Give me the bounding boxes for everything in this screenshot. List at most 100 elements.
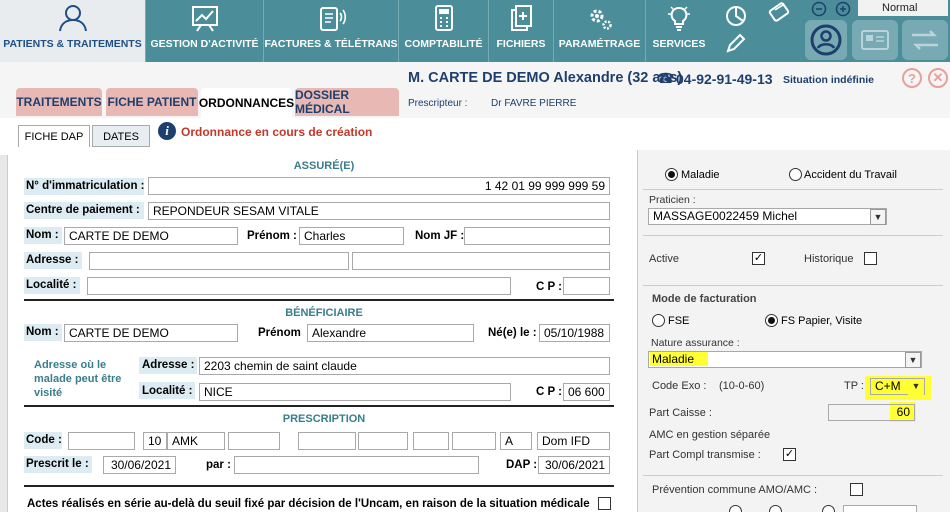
code-field[interactable]	[228, 432, 280, 450]
divider	[24, 485, 614, 487]
benef-localite-field[interactable]: NICE	[199, 383, 511, 401]
part-caisse-field[interactable]: 60	[828, 404, 915, 421]
code-field[interactable]	[413, 432, 449, 450]
assure-title: ASSURÉ(E)	[293, 160, 355, 172]
nature-assurance-select[interactable]: Maladie	[648, 351, 922, 368]
transfer-arrows-icon	[912, 30, 938, 50]
fse-radio[interactable]	[652, 314, 665, 327]
nav-fichiers[interactable]: FICHIERS	[489, 0, 554, 62]
prescrit-date-field[interactable]: 30/06/2021	[103, 456, 176, 474]
zoom-in-button[interactable]	[832, 0, 854, 18]
historique-checkbox[interactable]	[864, 252, 877, 265]
fs-papier-label: FS Papier, Visite	[781, 315, 863, 327]
coefficient-field[interactable]: 10	[143, 432, 167, 450]
acte-code-field[interactable]: AMK	[167, 432, 225, 450]
divider	[24, 299, 614, 301]
tab-dossier-medical[interactable]: DOSSIER MÉDICAL	[295, 88, 399, 116]
nav-label: PATIENTS & TRAITEMENTS	[3, 38, 142, 50]
input-field[interactable]	[843, 505, 917, 512]
chevron-down-icon[interactable]: ▼	[908, 379, 924, 395]
assure-cp-field[interactable]	[563, 277, 610, 295]
nomjf-field[interactable]	[464, 227, 610, 245]
accident-travail-radio[interactable]	[789, 168, 802, 181]
close-icon[interactable]: ✕	[928, 68, 948, 88]
code-field[interactable]: A	[500, 432, 532, 450]
nav-services[interactable]: SERVICES	[646, 0, 712, 62]
assure-adresse1-field[interactable]	[89, 252, 349, 270]
maladie-label: Maladie	[681, 169, 720, 181]
invoice-transmit-icon	[320, 7, 347, 31]
benef-localite-label: Localité :	[142, 385, 193, 397]
code-field[interactable]	[452, 432, 496, 450]
display-mode-select[interactable]: Normal	[858, 0, 948, 16]
prevention-checkbox[interactable]	[850, 483, 863, 496]
card-reader-button[interactable]	[766, 0, 792, 26]
nav-label: FACTURES & TÉLÉTRANS	[264, 38, 398, 50]
dap-date-field[interactable]: 30/06/2021	[538, 456, 610, 474]
plus-circle-icon	[835, 1, 851, 17]
lieu-field[interactable]: Dom IFD	[537, 432, 610, 450]
top-navigation-bar: PATIENTS & TRAITEMENTS GESTION D'ACTIVIT…	[0, 0, 950, 62]
benef-adresse-field[interactable]: 2203 chemin de saint claude	[199, 357, 610, 375]
code-field[interactable]	[68, 432, 135, 450]
code-field[interactable]	[358, 432, 408, 450]
active-checkbox[interactable]: ✓	[752, 252, 765, 265]
benef-cp-field[interactable]: 06 600	[563, 383, 610, 401]
assure-cp-label: C P :	[536, 281, 562, 293]
divider	[24, 405, 614, 407]
nav-patients-traitements[interactable]: PATIENTS & TRAITEMENTS	[0, 0, 146, 62]
praticien-select[interactable]: MASSAGE0022459 Michel	[648, 208, 887, 225]
maladie-radio[interactable]	[665, 168, 678, 181]
benef-prenom-field[interactable]: Alexandre	[307, 324, 474, 342]
tab-ordonnances[interactable]: ORDONNANCES	[199, 88, 294, 118]
radio-option[interactable]	[729, 505, 742, 512]
assure-adresse2-field[interactable]	[352, 252, 610, 270]
part-compl-checkbox[interactable]: ✓	[783, 448, 796, 461]
beneficiaire-title: BÉNÉFICIAIRE	[285, 307, 363, 319]
nav-comptabilite[interactable]: COMPTABILITÉ	[399, 0, 489, 62]
dap-label: DAP :	[506, 459, 538, 471]
tab-traitements[interactable]: TRAITEMENTS	[16, 88, 102, 116]
chevron-down-icon[interactable]: ▼	[905, 352, 921, 368]
assure-nom-label: Nom :	[26, 229, 59, 241]
nav-parametrage[interactable]: PARAMÉTRAGE	[554, 0, 646, 62]
code-exo-range: (10-0-60)	[719, 380, 765, 392]
par-field[interactable]	[234, 456, 479, 474]
transfer-button[interactable]	[902, 20, 948, 60]
vitale-card-button[interactable]	[852, 20, 898, 60]
code-field[interactable]	[298, 432, 356, 450]
birthdate-field[interactable]: 05/10/1988	[539, 324, 610, 342]
chevron-down-icon[interactable]: ▼	[870, 209, 886, 225]
edit-button[interactable]	[723, 30, 749, 56]
serie-checkbox[interactable]	[598, 497, 611, 510]
user-account-button[interactable]	[805, 20, 847, 60]
status-message: Ordonnance en cours de création	[181, 125, 373, 139]
accident-travail-label: Accident du Travail	[804, 169, 897, 181]
nav-label: COMPTABILITÉ	[404, 38, 483, 50]
centre-field[interactable]: REPONDEUR SESAM VITALE	[148, 202, 610, 220]
assure-nom-field[interactable]: CARTE DE DEMO	[64, 227, 238, 245]
assure-localite-field[interactable]	[87, 277, 511, 295]
nomjf-label: Nom JF :	[415, 230, 465, 242]
subtab-fiche-dap[interactable]: FICHE DAP	[18, 125, 90, 147]
benef-nom-field[interactable]: CARTE DE DEMO	[64, 324, 238, 342]
zoom-out-button[interactable]	[808, 0, 830, 18]
nav-factures-teletrans[interactable]: FACTURES & TÉLÉTRANS	[264, 0, 399, 62]
active-label: Active	[649, 253, 679, 265]
benef-nom-label: Nom :	[26, 326, 59, 338]
tab-fiche-patient[interactable]: FICHE PATIENT	[106, 88, 198, 116]
assure-prenom-field[interactable]: Charles	[299, 227, 404, 245]
fs-papier-radio[interactable]	[765, 314, 778, 327]
left-side-strip	[0, 155, 8, 512]
subtab-dates[interactable]: DATES	[92, 125, 150, 147]
centre-label: Centre de paiement :	[26, 204, 140, 216]
help-icon[interactable]: ?	[902, 68, 922, 88]
radio-option[interactable]	[822, 505, 835, 512]
patients-icon	[58, 5, 87, 32]
code-exo-label: Code Exo :	[652, 380, 707, 392]
immat-field[interactable]: 1 42 01 99 999 999 59	[148, 177, 610, 195]
phone-icon: ☎	[657, 70, 675, 86]
nav-gestion-activite[interactable]: GESTION D'ACTIVITÉ	[146, 0, 264, 62]
radio-option[interactable]	[769, 505, 782, 512]
pie-chart-button[interactable]	[723, 3, 749, 29]
